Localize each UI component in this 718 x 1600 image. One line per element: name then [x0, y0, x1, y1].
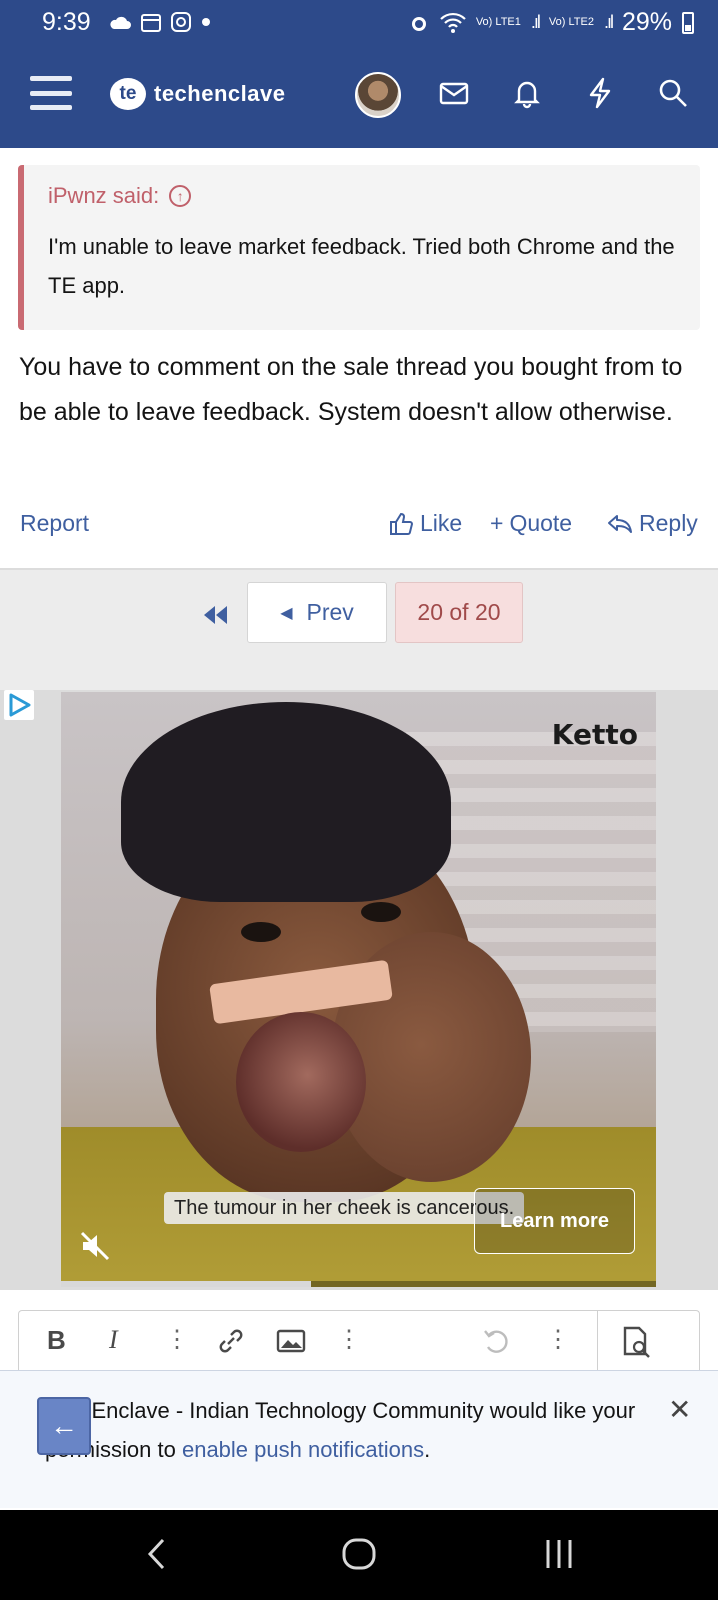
signal-icon: .ıl	[603, 12, 614, 32]
quote-body: I'm unable to leave market feedback. Tri…	[48, 234, 675, 298]
post-actions: Report Like + Quote Reply	[0, 500, 718, 550]
learn-more-button[interactable]: Learn more	[474, 1188, 635, 1254]
video-progress-fill	[61, 1281, 311, 1287]
italic-button[interactable]: I	[109, 1325, 118, 1355]
lightning-icon[interactable]	[583, 76, 617, 110]
quote-block: iPwnz said: ↑ I'm unable to leave market…	[18, 165, 700, 330]
back-nav-icon[interactable]	[138, 1534, 178, 1574]
bold-button[interactable]: B	[47, 1325, 66, 1356]
ad-brand: Ketto	[551, 718, 638, 751]
link-icon[interactable]	[215, 1325, 247, 1357]
logo-badge: te	[110, 78, 146, 110]
menu-icon[interactable]	[30, 76, 72, 110]
mute-icon[interactable]	[79, 1230, 111, 1262]
dot-icon	[202, 18, 210, 26]
status-left-icons	[108, 11, 212, 33]
reply-editor: B I ⋮ ⋮ ⋮	[0, 1290, 718, 1371]
preview-icon[interactable]	[619, 1325, 653, 1359]
adchoices-icon[interactable]	[4, 690, 34, 720]
push-notification-banner: TechEnclave - Indian Technology Communit…	[0, 1370, 718, 1508]
app-header: 9:39 Vo) LTE1 .ıl Vo) LTE2 .ıl 29% te te…	[0, 0, 718, 148]
battery-icon	[682, 11, 694, 34]
status-bar: 9:39 Vo) LTE1 .ıl Vo) LTE2 .ıl 29%	[0, 0, 718, 48]
reply-label: Reply	[639, 510, 698, 536]
like-label: Like	[420, 510, 463, 536]
arrow-left-icon: ←	[50, 1410, 78, 1441]
calendar-icon	[141, 14, 161, 32]
reply-arrow-icon	[608, 514, 632, 533]
plus-icon: +	[490, 510, 504, 536]
quote-author[interactable]: iPwnz said: ↑	[48, 183, 192, 209]
ad-caption: The tumour in her cheek is cancerous.	[164, 1192, 525, 1224]
editor-toolbar: B I ⋮ ⋮ ⋮	[18, 1310, 700, 1371]
report-link[interactable]: Report	[20, 510, 89, 537]
toolbar-separator	[597, 1311, 598, 1371]
search-icon[interactable]	[656, 76, 690, 110]
nav-row: te techenclave	[0, 48, 718, 148]
battery-percent: 29%	[621, 8, 672, 36]
system-nav-bar	[0, 1510, 718, 1600]
quote-label: Quote	[509, 510, 573, 536]
bell-icon[interactable]	[510, 76, 544, 110]
first-page-icon[interactable]	[200, 600, 230, 630]
video-progress[interactable]	[61, 1281, 656, 1287]
notification-text: TechEnclave - Indian Technology Communit…	[45, 1391, 665, 1469]
thumbs-up-icon	[390, 512, 414, 535]
undo-icon[interactable]	[481, 1325, 513, 1357]
like-button[interactable]: Like	[388, 510, 462, 537]
alarm-icon	[411, 16, 426, 31]
ad-mouth	[236, 1012, 366, 1152]
prev-button[interactable]: ◀ Prev	[247, 582, 387, 643]
reply-button[interactable]: Reply	[607, 510, 698, 537]
enable-notifications-link[interactable]: enable push notifications	[182, 1437, 424, 1462]
avatar[interactable]	[355, 72, 401, 118]
wifi-icon	[440, 12, 466, 33]
quote-button[interactable]: + Quote	[490, 510, 572, 537]
sim1-label: Vo) LTE1	[475, 16, 521, 28]
logo-text: techenclave	[154, 81, 286, 106]
more-options-icon[interactable]: ⋮	[546, 1325, 570, 1354]
ad-hair	[121, 702, 451, 902]
arrow-up-circle-icon[interactable]: ↑	[169, 185, 192, 207]
pagination: ◀ Prev 20 of 20	[0, 570, 718, 690]
video-ad[interactable]: Ketto The tumour in her cheek is cancero…	[61, 692, 656, 1287]
ad-eye	[361, 902, 401, 922]
cloud-icon	[110, 16, 131, 29]
close-icon[interactable]: ✕	[668, 1393, 691, 1426]
image-icon[interactable]	[275, 1325, 307, 1357]
back-arrow-button[interactable]: ←	[37, 1397, 91, 1455]
mail-icon[interactable]	[437, 76, 471, 110]
status-time: 9:39	[42, 8, 91, 36]
instagram-icon	[171, 12, 191, 32]
home-nav-icon[interactable]	[339, 1534, 379, 1574]
quote-author-text: iPwnz said:	[48, 183, 160, 208]
more-options-icon[interactable]: ⋮	[165, 1325, 189, 1354]
notification-end: .	[424, 1437, 431, 1462]
caret-left-icon: ◀	[280, 604, 293, 622]
site-logo[interactable]: te techenclave	[110, 78, 285, 110]
ad-container: Ketto The tumour in her cheek is cancero…	[0, 690, 718, 1290]
signal-icon: .ıl	[530, 12, 541, 32]
sim2-label: Vo) LTE2	[548, 16, 594, 28]
ad-eye	[241, 922, 281, 942]
prev-label: Prev	[306, 599, 354, 625]
status-right-icons: Vo) LTE1 .ıl Vo) LTE2 .ıl 29%	[408, 8, 694, 37]
page-indicator[interactable]: 20 of 20	[395, 582, 523, 643]
more-options-icon[interactable]: ⋮	[337, 1325, 361, 1354]
post-message: You have to comment on the sale thread y…	[19, 353, 683, 426]
recents-nav-icon[interactable]	[540, 1534, 580, 1574]
